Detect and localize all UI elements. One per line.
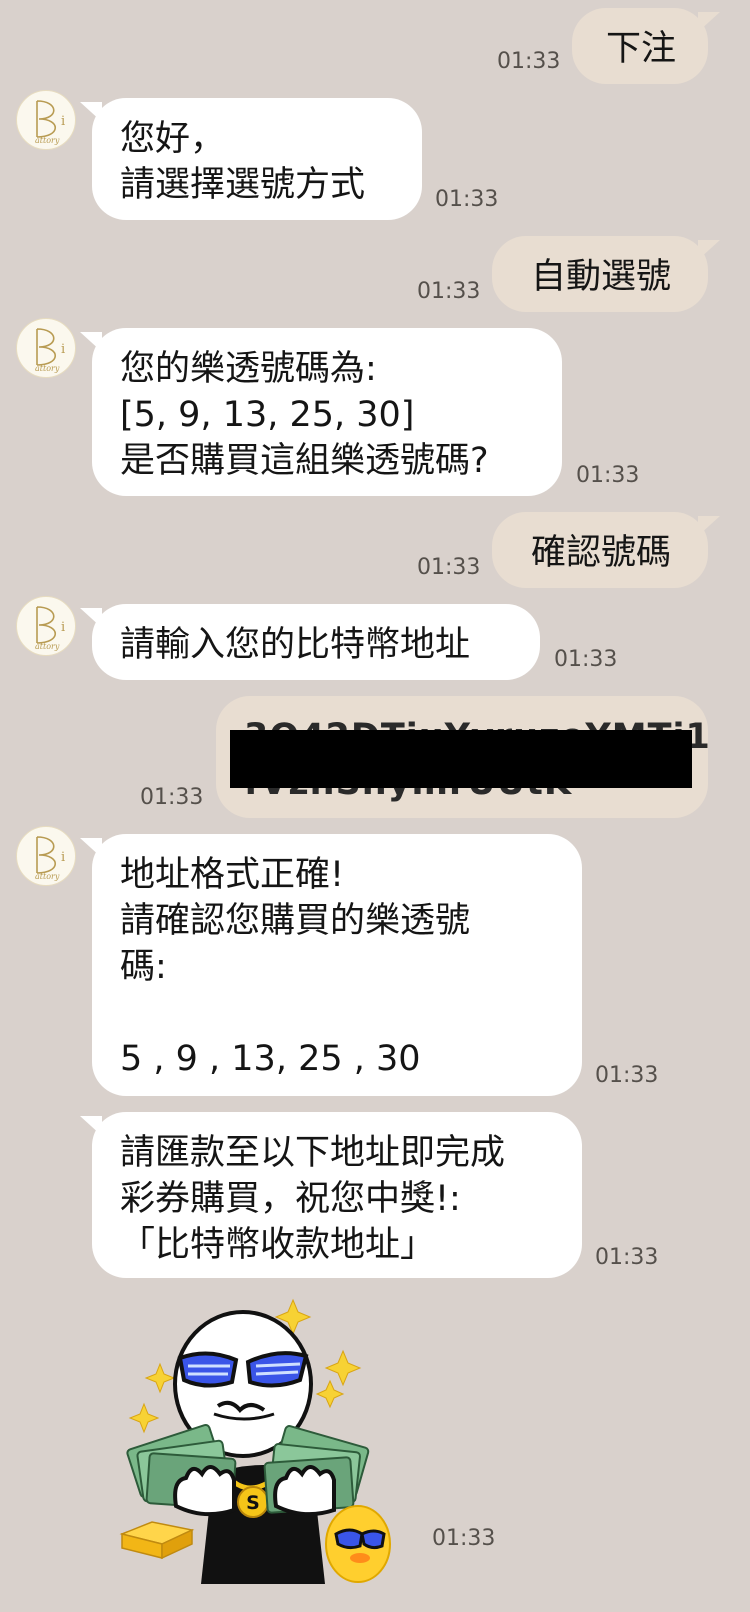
message-text: 「比特幣收款地址」: [120, 1225, 436, 1265]
message-time: 01:33: [417, 279, 481, 304]
message-text: 請確認您購買的樂透號: [120, 901, 471, 941]
message-text: [5, 9, 13, 25, 30]: [120, 395, 415, 435]
message-bubble-incoming[interactable]: 地址格式正確! 請確認您購買的樂透號 碼: 5 , 9 , 13, 25 , 3…: [80, 834, 582, 1096]
avatar-letter: i: [61, 114, 65, 129]
message-text: 確認號碼: [530, 533, 671, 573]
avatar-script: attory: [35, 364, 60, 373]
message-time: 01:33: [595, 1245, 659, 1270]
message-text: 您的樂透號碼為:: [120, 349, 377, 389]
redaction-bar: [230, 730, 692, 788]
avatar-letter: i: [61, 620, 65, 635]
message-text: 彩券購買，祝您中獎!:: [120, 1179, 461, 1219]
message-text: 下注: [605, 29, 676, 69]
message-text: 碼:: [120, 947, 167, 987]
message-time: 01:33: [595, 1063, 659, 1088]
bot-avatar[interactable]: i attory: [16, 596, 76, 656]
message-text: 5 , 9 , 13, 25 , 30: [120, 1039, 421, 1079]
money-sticker[interactable]: S: [118, 1296, 408, 1596]
message-time: 01:33: [417, 555, 481, 580]
message-text: 您好，: [120, 119, 226, 159]
message-text: 地址格式正確!: [120, 855, 345, 895]
message-time: 01:33: [432, 1526, 496, 1551]
message-time: 01:33: [554, 647, 618, 672]
message-bubble-incoming[interactable]: 您好， 請選擇選號方式: [80, 98, 422, 220]
avatar-letter: i: [61, 850, 65, 865]
message-text: 請輸入您的比特幣地址: [120, 625, 471, 665]
avatar-script: attory: [35, 136, 60, 145]
sticker-badge-letter: S: [246, 1492, 260, 1514]
message-text: 請選擇選號方式: [120, 165, 366, 205]
message-bubble-outgoing[interactable]: 確認號碼: [492, 512, 720, 588]
bot-avatar[interactable]: i attory: [16, 90, 76, 150]
bot-avatar[interactable]: i attory: [16, 826, 76, 886]
message-bubble-outgoing[interactable]: 下注: [572, 8, 720, 84]
message-time: 01:33: [140, 785, 204, 810]
message-bubble-incoming[interactable]: 請輸入您的比特幣地址: [80, 604, 540, 680]
message-bubble-outgoing[interactable]: 自動選號: [492, 236, 720, 312]
message-text: 是否購買這組樂透號碼?: [120, 441, 489, 481]
message-text: 自動選號: [530, 257, 671, 297]
message-time: 01:33: [435, 187, 499, 212]
message-bubble-incoming[interactable]: 請匯款至以下地址即完成 彩券購買，祝您中獎!: 「比特幣收款地址」: [80, 1112, 582, 1278]
avatar-script: attory: [35, 642, 60, 651]
message-text: 請匯款至以下地址即完成: [120, 1133, 506, 1173]
message-time: 01:33: [576, 463, 640, 488]
sticker-image: S: [119, 1298, 391, 1584]
message-time: 01:33: [497, 49, 561, 74]
message-bubble-incoming[interactable]: 您的樂透號碼為: [5, 9, 13, 25, 30] 是否購買這組樂透號碼?: [80, 328, 562, 496]
bot-avatar[interactable]: i attory: [16, 318, 76, 378]
avatar-script: attory: [35, 872, 60, 881]
avatar-letter: i: [61, 342, 65, 357]
